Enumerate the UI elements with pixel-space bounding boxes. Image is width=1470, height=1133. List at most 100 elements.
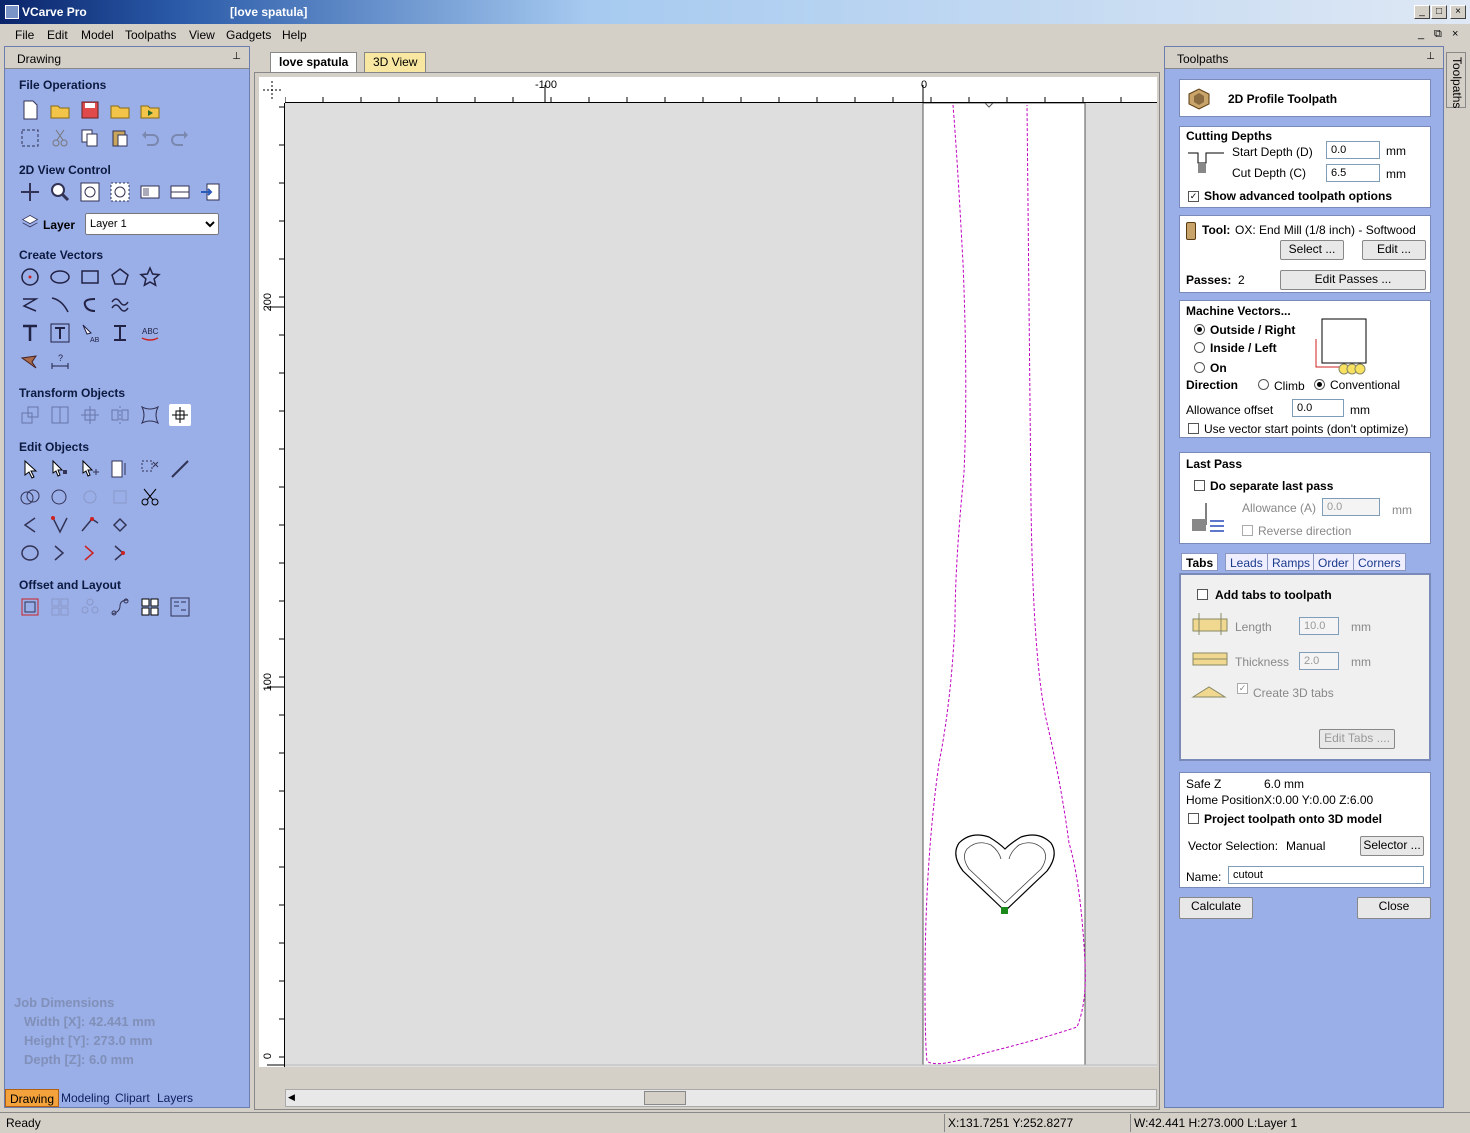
close-window-button[interactable]: ×: [1450, 5, 1466, 19]
interactive-transform-icon[interactable]: [79, 458, 101, 480]
nesting-icon[interactable]: [139, 596, 161, 618]
paste-icon[interactable]: [109, 127, 131, 149]
draw-star-icon[interactable]: [139, 266, 161, 288]
text-block-icon[interactable]: [109, 322, 131, 344]
edit-tabs-button[interactable]: Edit Tabs ....: [1319, 729, 1395, 749]
measure-icon[interactable]: [169, 458, 191, 480]
tab-corners[interactable]: Corners: [1353, 553, 1406, 571]
draw-polygon-icon[interactable]: [109, 266, 131, 288]
toolpath-name-input[interactable]: [1228, 866, 1424, 884]
weld-icon[interactable]: [19, 486, 41, 508]
draw-ellipse-icon[interactable]: [49, 266, 71, 288]
draw-text-icon[interactable]: [19, 322, 41, 344]
join-close-icon[interactable]: [49, 514, 71, 536]
layer-select[interactable]: Layer 1: [85, 213, 219, 235]
menu-edit[interactable]: Edit: [47, 28, 68, 42]
close-button[interactable]: Close: [1357, 897, 1431, 919]
vector-start-points-checkbox[interactable]: [1188, 423, 1199, 434]
climb-radio[interactable]: [1258, 379, 1269, 390]
tab-modeling[interactable]: Modeling: [57, 1089, 114, 1107]
set-size-icon[interactable]: [169, 404, 191, 426]
mdi-minimize-button[interactable]: _: [1418, 28, 1424, 40]
text-on-curve-icon[interactable]: AB: [79, 322, 101, 344]
import-vectors-icon[interactable]: [109, 99, 131, 121]
selector-button[interactable]: Selector ...: [1360, 836, 1424, 856]
smooth-vector-icon[interactable]: [109, 542, 131, 564]
redo-icon[interactable]: [169, 127, 191, 149]
create-3d-tabs-checkbox[interactable]: ✓: [1237, 683, 1248, 694]
tab-order[interactable]: Order: [1313, 553, 1354, 571]
tab-leads[interactable]: Leads: [1225, 553, 1268, 571]
tab-clipart[interactable]: Clipart: [111, 1089, 154, 1107]
job-setup-icon[interactable]: [19, 127, 41, 149]
draw-rectangle-icon[interactable]: [79, 266, 101, 288]
separate-last-pass-checkbox[interactable]: [1194, 480, 1205, 491]
zoom-icon[interactable]: [49, 181, 71, 203]
tab-drawing[interactable]: Drawing: [5, 1089, 60, 1107]
zoom-selection-icon[interactable]: [109, 181, 131, 203]
distort-icon[interactable]: [139, 404, 161, 426]
mirror-icon[interactable]: [109, 404, 131, 426]
select-icon[interactable]: [19, 458, 41, 480]
import-bitmap-icon[interactable]: [139, 99, 161, 121]
draw-arc-icon[interactable]: [79, 294, 101, 316]
menu-gadgets[interactable]: Gadgets: [226, 28, 271, 42]
join-vectors-icon[interactable]: [79, 514, 101, 536]
tab-ramps[interactable]: Ramps: [1267, 553, 1316, 571]
edit-tool-button[interactable]: Edit ...: [1362, 240, 1426, 260]
size-objects-icon[interactable]: [109, 458, 131, 480]
menu-model[interactable]: Model: [81, 28, 114, 42]
mdi-close-button[interactable]: ×: [1452, 28, 1458, 40]
ruler-corner[interactable]: [259, 77, 285, 103]
pan-icon[interactable]: [19, 181, 41, 203]
menu-help[interactable]: Help: [282, 28, 307, 42]
undo-icon[interactable]: [139, 127, 161, 149]
menu-file[interactable]: File: [15, 28, 34, 42]
cut-depth-input[interactable]: [1326, 164, 1380, 182]
subtract-icon[interactable]: [49, 486, 71, 508]
tab-3d-view[interactable]: 3D View: [364, 52, 427, 72]
switch-view-icon[interactable]: [199, 181, 221, 203]
tab-layers[interactable]: Layers: [153, 1089, 197, 1107]
draw-wave-icon[interactable]: [109, 294, 131, 316]
tab-tabs[interactable]: Tabs: [1181, 553, 1219, 571]
advanced-options-checkbox[interactable]: ✓: [1188, 191, 1199, 202]
open-vector-icon[interactable]: [49, 542, 71, 564]
auto-nest-icon[interactable]: [169, 596, 191, 618]
mdi-restore-button[interactable]: ⧉: [1434, 28, 1442, 41]
array-copy-icon[interactable]: [49, 596, 71, 618]
select-tool-button[interactable]: Select ...: [1280, 240, 1344, 260]
node-edit-icon[interactable]: [49, 458, 71, 480]
align-icon[interactable]: [49, 404, 71, 426]
conventional-radio[interactable]: [1314, 379, 1325, 390]
draw-polyline-icon[interactable]: [19, 294, 41, 316]
inside-left-radio[interactable]: [1194, 342, 1205, 353]
circular-array-icon[interactable]: [79, 596, 101, 618]
text-arc-icon[interactable]: ABC: [139, 322, 161, 344]
menu-toolpaths[interactable]: Toolpaths: [125, 28, 176, 42]
on-radio[interactable]: [1194, 362, 1205, 373]
zoom-all-icon[interactable]: [79, 181, 101, 203]
auto-layout-text-icon[interactable]: [49, 322, 71, 344]
draw-circle-icon[interactable]: [19, 266, 41, 288]
fillet-icon[interactable]: [109, 486, 131, 508]
tab-love-spatula[interactable]: love spatula: [270, 52, 358, 72]
toolpaths-vertical-tab[interactable]: Toolpaths: [1446, 52, 1466, 108]
menu-view[interactable]: View: [189, 28, 215, 42]
scroll-left-icon[interactable]: ◀: [288, 1092, 295, 1103]
center-icon[interactable]: [79, 404, 101, 426]
copy-along-vector-icon[interactable]: [109, 596, 131, 618]
offset-icon[interactable]: [19, 596, 41, 618]
offset-vectors-icon[interactable]: [109, 514, 131, 536]
view-toggle-icon[interactable]: [139, 181, 161, 203]
dimension-icon[interactable]: ?: [49, 350, 71, 372]
drawing-canvas[interactable]: [285, 102, 1157, 1067]
curve-fit-icon[interactable]: [79, 542, 101, 564]
tab-length-input[interactable]: [1299, 617, 1339, 635]
maximize-button[interactable]: □: [1431, 5, 1447, 19]
calculate-button[interactable]: Calculate: [1179, 897, 1253, 919]
horizontal-scrollbar[interactable]: ◀: [285, 1089, 1157, 1107]
add-tabs-checkbox[interactable]: [1197, 589, 1208, 600]
allowance-offset-input[interactable]: [1292, 399, 1344, 417]
pin-icon[interactable]: ⊥: [232, 51, 241, 62]
